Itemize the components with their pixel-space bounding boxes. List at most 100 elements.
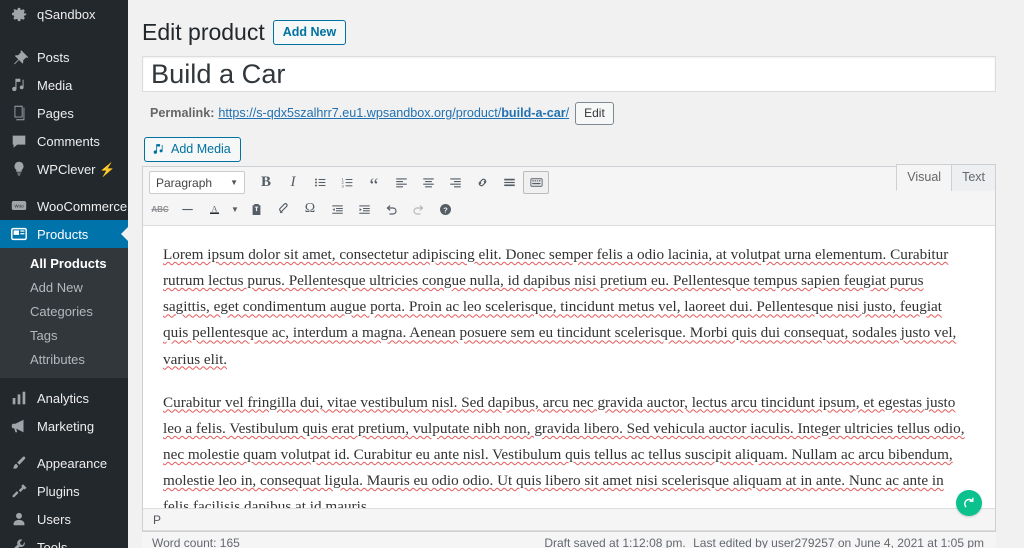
align-center-icon[interactable] [415, 171, 441, 194]
editor-body[interactable]: Lorem ipsum dolor sit amet, consectetur … [143, 226, 995, 508]
submenu-item-attributes[interactable]: Attributes [0, 348, 128, 372]
toolbar-row-1: Paragraph ▼ B I 123 “ [147, 169, 991, 196]
svg-text:3: 3 [341, 183, 344, 188]
submenu-item-all-products[interactable]: All Products [0, 252, 128, 276]
read-more-icon[interactable] [496, 171, 522, 194]
insert-link-icon[interactable] [469, 171, 495, 194]
sidebar-item-label: Comments [37, 133, 100, 149]
increase-indent-icon[interactable] [351, 198, 377, 221]
sidebar-item-marketing[interactable]: Marketing [0, 412, 128, 440]
sidebar-item-label: WooCommerce [37, 198, 128, 214]
format-select[interactable]: Paragraph ▼ [149, 171, 245, 194]
edit-permalink-button[interactable]: Edit [575, 101, 614, 125]
sidebar-item-plugins[interactable]: Plugins [0, 477, 128, 505]
sidebar-divider-1 [0, 34, 128, 43]
clear-formatting-icon[interactable] [270, 198, 296, 221]
svg-text:Woo: Woo [14, 203, 24, 208]
tab-text[interactable]: Text [951, 164, 996, 191]
sidebar-item-users[interactable]: Users [0, 505, 128, 533]
post-title-input[interactable] [142, 56, 996, 92]
redo-icon[interactable] [405, 198, 431, 221]
sidebar-item-label: Plugins [37, 483, 80, 499]
numbered-list-icon[interactable]: 123 [334, 171, 360, 194]
svg-text:A: A [211, 204, 217, 213]
pages-icon [8, 103, 30, 123]
editor-paragraph-1: Lorem ipsum dolor sit amet, consectetur … [163, 246, 957, 368]
sidebar-item-products[interactable]: Products [0, 220, 128, 248]
permalink-label: Permalink: [150, 106, 215, 120]
media-icon [152, 142, 166, 156]
sidebar-item-comments[interactable]: Comments [0, 127, 128, 155]
media-buttons: Add Media [142, 137, 996, 162]
bold-icon[interactable]: B [253, 171, 279, 194]
sidebar-item-analytics[interactable]: Analytics [0, 384, 128, 412]
add-new-button[interactable]: Add New [272, 19, 347, 46]
comment-icon [8, 131, 30, 151]
main-content: Edit product Add New Permalink: https://… [128, 0, 1024, 548]
editor-path-bar: P [143, 509, 995, 531]
sidebar-item-site[interactable]: qSandbox [0, 0, 128, 28]
special-character-icon[interactable]: Ω [297, 198, 323, 221]
text-color-control[interactable]: A ▼ [201, 198, 243, 221]
products-submenu: All Products Add New Categories Tags Att… [0, 248, 128, 378]
brush-icon [8, 453, 30, 473]
add-media-button[interactable]: Add Media [144, 137, 241, 162]
page-title: Edit product [142, 19, 265, 45]
pin-icon [8, 47, 30, 67]
admin-sidebar: qSandbox Posts Media Pages Comments WPCl… [0, 0, 128, 548]
submenu-item-add-new[interactable]: Add New [0, 276, 128, 300]
sidebar-item-label: Pages [37, 105, 74, 121]
decrease-indent-icon[interactable] [324, 198, 350, 221]
plug-icon [8, 481, 30, 501]
chevron-down-icon: ▼ [230, 178, 238, 187]
sidebar-divider-3 [0, 440, 128, 449]
paste-as-text-icon[interactable] [243, 198, 269, 221]
save-status-group: Draft saved at 1:12:08 pm. Last edited b… [544, 536, 984, 548]
products-icon [8, 224, 30, 244]
sidebar-item-woocommerce[interactable]: Woo WooCommerce [0, 192, 128, 220]
editor-content-area[interactable]: Lorem ipsum dolor sit amet, consectetur … [143, 226, 995, 509]
submenu-item-tags[interactable]: Tags [0, 324, 128, 348]
italic-icon[interactable]: I [280, 171, 306, 194]
sidebar-item-label: Users [37, 511, 71, 527]
sidebar-item-label: Media [37, 77, 73, 93]
toolbar-toggle-icon[interactable] [523, 171, 549, 194]
keyboard-shortcuts-icon[interactable]: ? [432, 198, 458, 221]
woo-icon: Woo [8, 196, 30, 216]
tab-visual[interactable]: Visual [896, 164, 953, 191]
sidebar-item-media[interactable]: Media [0, 71, 128, 99]
revert-circle-icon[interactable] [956, 490, 982, 516]
megaphone-icon [8, 416, 30, 436]
page-header: Edit product Add New [142, 10, 1004, 47]
sidebar-divider-2 [0, 183, 128, 192]
lightbulb-icon [8, 159, 30, 179]
add-media-label: Add Media [171, 141, 231, 156]
text-color-icon[interactable]: A [201, 198, 227, 221]
admin-screen: qSandbox Posts Media Pages Comments WPCl… [0, 0, 1024, 548]
strikethrough-icon[interactable]: ABC [147, 198, 173, 221]
undo-icon[interactable] [378, 198, 404, 221]
align-right-icon[interactable] [442, 171, 468, 194]
editor-container: Add Media Visual Text Paragraph ▼ B I 1 … [142, 137, 996, 548]
horizontal-line-icon[interactable] [174, 198, 200, 221]
sidebar-item-label: Posts [37, 49, 70, 65]
post-status-bar: Word count: 165 Draft saved at 1:12:08 p… [142, 532, 996, 548]
draft-saved-status: Draft saved at 1:12:08 pm. [544, 536, 686, 548]
sidebar-item-pages[interactable]: Pages [0, 99, 128, 127]
tinymce-editor: Paragraph ▼ B I 123 “ ABC A ▼ Ω ? Lorem … [142, 166, 996, 532]
media-icon [8, 75, 30, 95]
wrench-icon [8, 537, 30, 548]
align-left-icon[interactable] [388, 171, 414, 194]
text-color-chevron-down-icon[interactable]: ▼ [228, 198, 242, 221]
sidebar-item-appearance[interactable]: Appearance [0, 449, 128, 477]
sidebar-item-tools[interactable]: Tools [0, 533, 128, 548]
permalink-slug: build-a-car [501, 106, 566, 120]
sidebar-item-posts[interactable]: Posts [0, 43, 128, 71]
bulleted-list-icon[interactable] [307, 171, 333, 194]
permalink-link[interactable]: https://s-qdx5szalhrr7.eu1.wpsandbox.org… [218, 101, 569, 125]
editor-toolbar: Paragraph ▼ B I 123 “ ABC A ▼ Ω ? [143, 167, 995, 226]
blockquote-icon[interactable]: “ [361, 171, 387, 196]
sidebar-item-wpclever[interactable]: WPClever ⚡ [0, 155, 128, 183]
permalink-row: Permalink: https://s-qdx5szalhrr7.eu1.wp… [150, 101, 1004, 125]
submenu-item-categories[interactable]: Categories [0, 300, 128, 324]
